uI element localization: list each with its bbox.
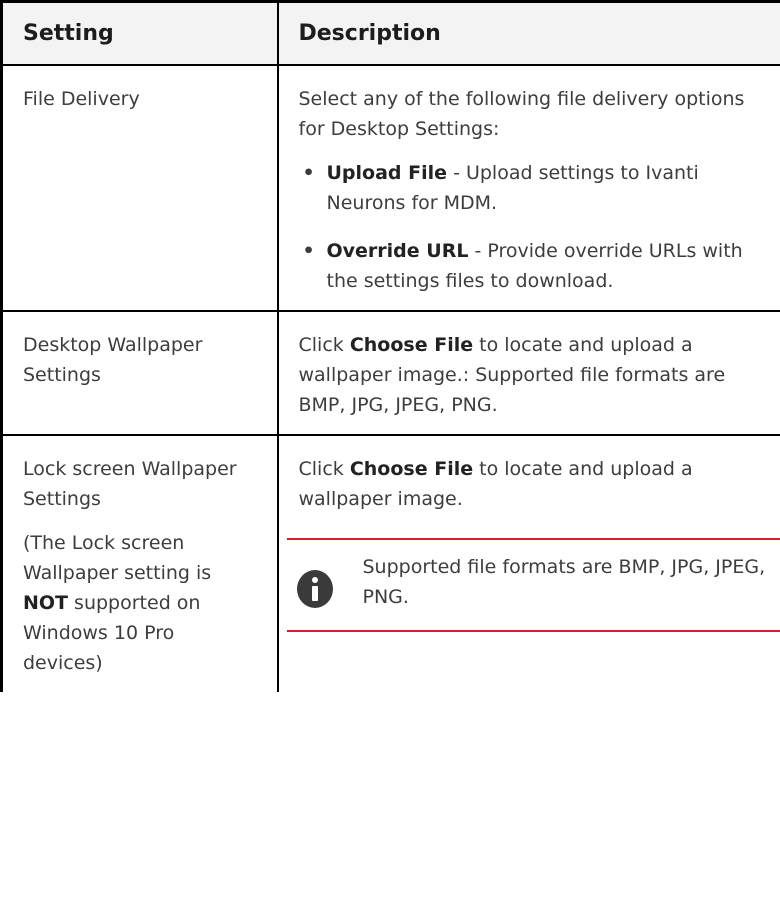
column-header-setting: Setting bbox=[0, 0, 278, 66]
note-pre: (The Lock screen Wallpaper setting is bbox=[23, 532, 212, 584]
setting-name: File Delivery bbox=[23, 88, 140, 110]
settings-table: Setting Description File Delivery Select… bbox=[0, 0, 780, 692]
description-text: Click Choose File to locate and upload a… bbox=[299, 454, 761, 514]
note-bold: NOT bbox=[23, 592, 69, 614]
column-header-description: Description bbox=[276, 0, 780, 66]
table-row: File Delivery Select any of the followin… bbox=[0, 65, 780, 312]
description-cell: Click Choose File to locate and upload a… bbox=[276, 435, 780, 692]
list-item: • Upload File - Upload settings to Ivant… bbox=[299, 158, 761, 218]
info-icon bbox=[296, 570, 333, 608]
description-pre: Click bbox=[298, 334, 350, 356]
choose-file-label: Choose File bbox=[349, 334, 474, 356]
description-pre: Click bbox=[298, 458, 350, 480]
description-cell: Click Choose File to locate and upload a… bbox=[276, 311, 780, 436]
option-label: Upload File bbox=[326, 162, 448, 184]
bullet-icon: • bbox=[302, 162, 315, 184]
setting-cell: File Delivery bbox=[0, 65, 278, 312]
description-cell: Select any of the following file deliver… bbox=[276, 65, 780, 312]
setting-note: (The Lock screen Wallpaper setting is NO… bbox=[23, 528, 257, 678]
setting-name: Lock screen Wallpaper Settings bbox=[23, 458, 237, 510]
list-item: • Override URL - Provide override URLs w… bbox=[299, 236, 761, 296]
description-text: Click Choose File to locate and upload a… bbox=[299, 330, 761, 420]
choose-file-label: Choose File bbox=[349, 458, 474, 480]
option-list: • Upload File - Upload settings to Ivant… bbox=[299, 158, 761, 296]
table-header-row: Setting Description bbox=[0, 0, 780, 66]
option-label: Override URL bbox=[326, 240, 469, 262]
table-row: Lock screen Wallpaper Settings (The Lock… bbox=[0, 435, 780, 692]
info-callout: Supported file formats are BMP, JPG, JPE… bbox=[286, 538, 780, 632]
callout-text: Supported file formats are BMP, JPG, JPE… bbox=[362, 556, 766, 608]
setting-name: Desktop Wallpaper Settings bbox=[23, 334, 203, 386]
table-row: Desktop Wallpaper Settings Click Choose … bbox=[0, 311, 780, 436]
setting-cell: Desktop Wallpaper Settings bbox=[0, 311, 278, 436]
description-intro: Select any of the following file deliver… bbox=[298, 88, 745, 140]
bullet-icon: • bbox=[302, 240, 315, 262]
setting-cell: Lock screen Wallpaper Settings (The Lock… bbox=[0, 435, 278, 692]
